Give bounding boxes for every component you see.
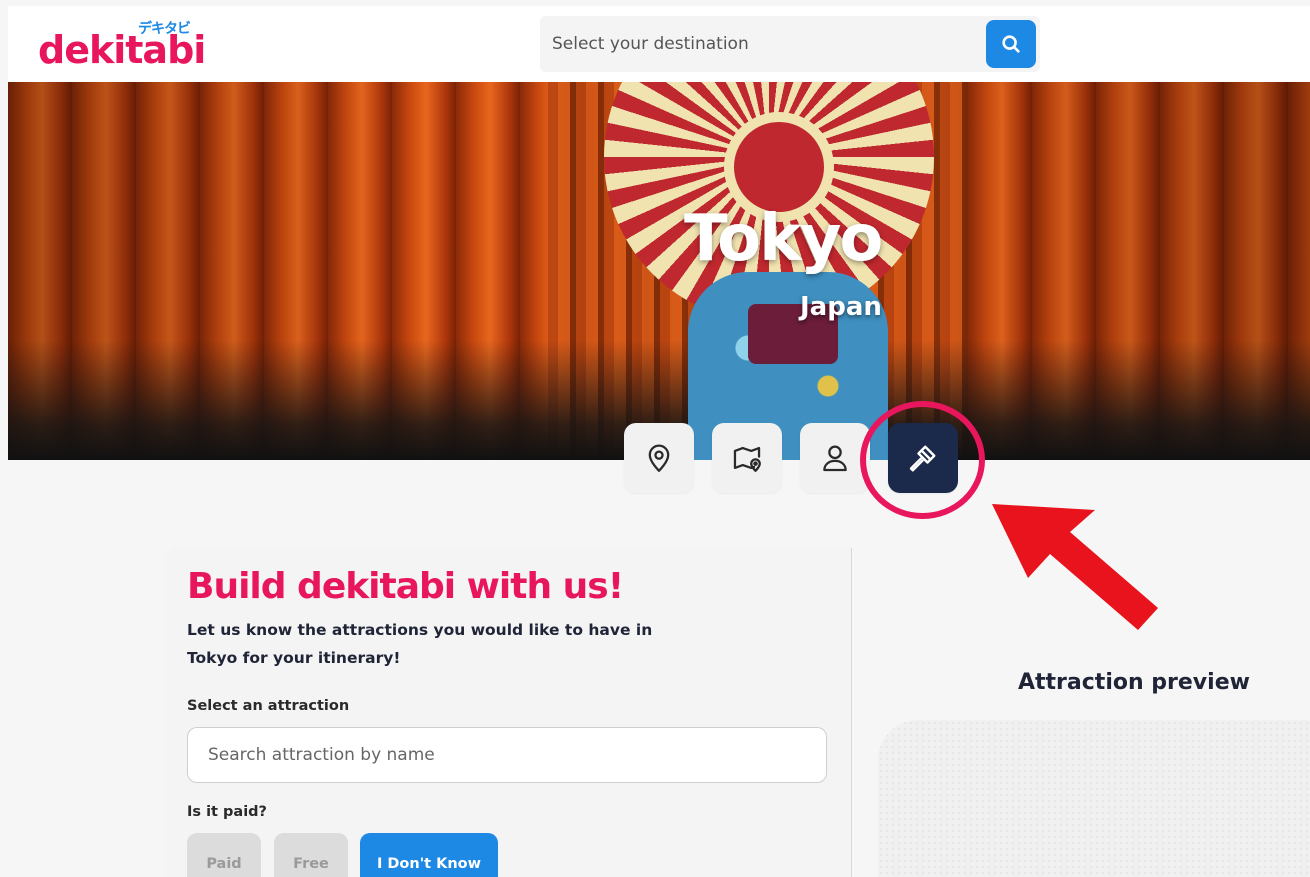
preview-title: Attraction preview <box>1018 670 1250 695</box>
paid-label: Is it paid? <box>187 804 267 820</box>
location-pin-icon <box>648 444 670 472</box>
build-title: Build dekitabi with us! <box>187 566 624 607</box>
hero-banner: Tokyo Japan <box>8 82 1310 460</box>
build-description: Let us know the attractions you would li… <box>187 621 653 667</box>
section-divider <box>851 548 852 877</box>
attraction-label: Select an attraction <box>187 698 350 714</box>
tab-map[interactable] <box>712 423 782 493</box>
paid-option-unknown[interactable]: I Don't Know <box>360 833 498 877</box>
logo[interactable]: デキタビ dekitabi <box>38 18 218 78</box>
page: デキタビ dekitabi Tokyo Japan <box>0 0 1310 877</box>
header: デキタビ dekitabi <box>8 6 1310 82</box>
paid-option-paid[interactable]: Paid <box>187 833 261 877</box>
city-title: Tokyo <box>684 202 883 276</box>
tab-attractions[interactable] <box>624 423 694 493</box>
paid-option-free[interactable]: Free <box>274 833 348 877</box>
map-icon <box>733 446 761 472</box>
attraction-preview-area <box>878 720 1310 877</box>
highlight-circle <box>860 401 985 519</box>
logo-text: dekitabi <box>38 28 206 72</box>
attraction-search-input[interactable] <box>187 727 827 783</box>
search-icon <box>1002 35 1020 53</box>
country-subtitle: Japan <box>800 292 882 322</box>
search-button[interactable] <box>986 20 1036 68</box>
destination-search-input[interactable] <box>552 30 972 58</box>
pointer-arrow <box>992 504 1158 630</box>
user-icon <box>823 445 847 472</box>
destination-search <box>540 16 1040 72</box>
